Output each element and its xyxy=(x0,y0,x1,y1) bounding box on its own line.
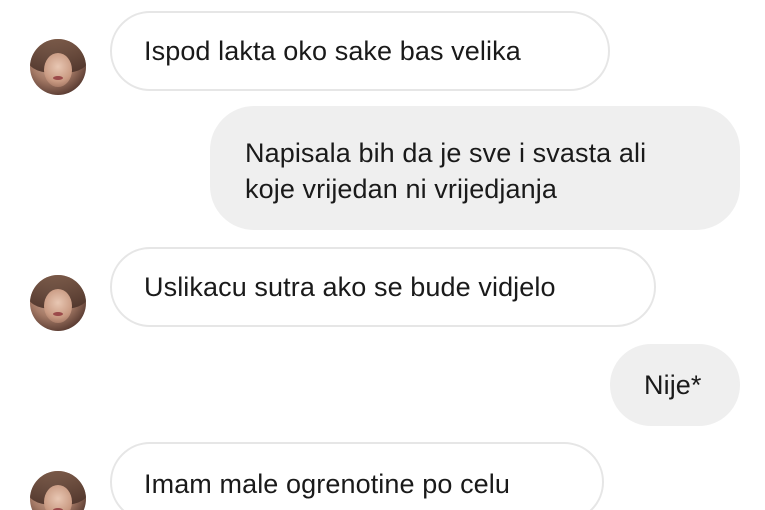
message-text-line: koje vrijedan ni vrijedjanja xyxy=(245,174,557,204)
message-text-line: Napisala bih da je sve i svasta ali xyxy=(245,138,647,168)
message-text: Nije* xyxy=(644,370,702,400)
message-bubble-incoming[interactable]: Imam male ogrenotine po celu xyxy=(110,442,604,510)
contact-avatar[interactable] xyxy=(30,39,86,95)
message-bubble-incoming[interactable]: Uslikacu sutra ako se bude vidjelo xyxy=(110,247,656,327)
contact-avatar[interactable] xyxy=(30,275,86,331)
message-bubble-incoming[interactable]: Ispod lakta oko sake bas velika xyxy=(110,11,610,91)
message-text: Imam male ogrenotine po celu xyxy=(144,469,510,499)
message-text: Uslikacu sutra ako se bude vidjelo xyxy=(144,272,556,302)
contact-avatar[interactable] xyxy=(30,471,86,510)
message-bubble-outgoing[interactable]: Nije* xyxy=(610,344,740,426)
message-bubble-outgoing[interactable]: Napisala bih da je sve i svasta ali koje… xyxy=(210,106,740,230)
message-thread[interactable]: Ispod lakta oko sake bas velika Napisala… xyxy=(0,0,765,510)
message-text: Ispod lakta oko sake bas velika xyxy=(144,36,521,66)
